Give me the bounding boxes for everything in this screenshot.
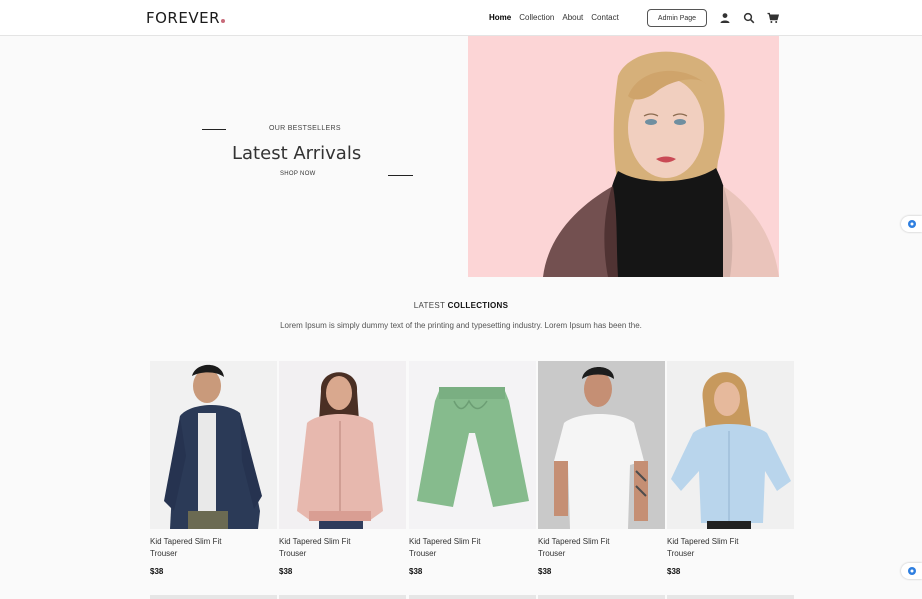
- collections-description: Lorem Ipsum is simply dummy text of the …: [280, 321, 642, 330]
- translate-icon: [907, 567, 916, 575]
- translate-icon: [907, 220, 916, 228]
- product-price: $38: [409, 567, 423, 576]
- nav-contact[interactable]: Contact: [591, 13, 619, 22]
- extension-widget[interactable]: [901, 563, 922, 579]
- product-grid: Kid Tapered Slim Fit Trouser $38 Kid Tap…: [150, 361, 794, 599]
- hero-image: [468, 36, 779, 277]
- extension-widget[interactable]: [901, 216, 922, 232]
- product-card-next-row[interactable]: [409, 595, 536, 599]
- product-image[interactable]: [279, 361, 406, 529]
- user-icon[interactable]: [719, 11, 731, 23]
- product-name[interactable]: Kid Tapered Slim Fit Trouser: [409, 536, 499, 560]
- product-card-next-row[interactable]: [538, 595, 665, 599]
- collections-title: LATEST COLLECTIONS: [0, 301, 922, 310]
- product-image[interactable]: [538, 361, 665, 529]
- product-card[interactable]: Kid Tapered Slim Fit Trouser $38: [279, 361, 406, 576]
- product-price: $38: [150, 567, 164, 576]
- collections-title-strong: COLLECTIONS: [447, 301, 509, 310]
- logo-dot: [221, 19, 225, 23]
- product-image[interactable]: [667, 361, 794, 529]
- navbar: FOREVER Home Collection About Contact Ad…: [0, 0, 922, 36]
- hero-eyebrow: OUR BESTSELLERS: [269, 125, 341, 132]
- product-card-next-row[interactable]: [150, 595, 277, 599]
- nav-about[interactable]: About: [562, 13, 583, 22]
- nav-collection[interactable]: Collection: [519, 13, 554, 22]
- product-card[interactable]: Kid Tapered Slim Fit Trouser $38: [538, 361, 665, 576]
- cart-icon[interactable]: [767, 11, 780, 23]
- cta-divider: [388, 175, 413, 176]
- product-card[interactable]: Kid Tapered Slim Fit Trouser $38: [667, 361, 794, 576]
- collections-title-prefix: LATEST: [413, 301, 446, 310]
- logo[interactable]: FOREVER: [146, 9, 225, 27]
- nav-home[interactable]: Home: [489, 13, 511, 22]
- admin-page-button[interactable]: Admin Page: [647, 9, 707, 27]
- product-price: $38: [667, 567, 681, 576]
- product-name[interactable]: Kid Tapered Slim Fit Trouser: [279, 536, 369, 560]
- nav-links: Home Collection About Contact: [489, 13, 619, 22]
- hero-title: Latest Arrivals: [232, 143, 362, 164]
- eyebrow-divider: [202, 129, 226, 130]
- product-card-next-row[interactable]: [667, 595, 794, 599]
- product-card[interactable]: Kid Tapered Slim Fit Trouser $38: [409, 361, 536, 576]
- product-image[interactable]: [409, 361, 536, 529]
- product-price: $38: [538, 567, 552, 576]
- product-name[interactable]: Kid Tapered Slim Fit Trouser: [538, 536, 628, 560]
- product-name[interactable]: Kid Tapered Slim Fit Trouser: [667, 536, 757, 560]
- product-image[interactable]: [150, 361, 277, 529]
- product-card-next-row[interactable]: [279, 595, 406, 599]
- logo-text: FOREVER: [146, 9, 220, 27]
- search-icon[interactable]: [743, 11, 755, 24]
- shop-now-link[interactable]: SHOP NOW: [280, 171, 316, 177]
- product-card[interactable]: Kid Tapered Slim Fit Trouser $38: [150, 361, 277, 576]
- product-price: $38: [279, 567, 293, 576]
- product-name[interactable]: Kid Tapered Slim Fit Trouser: [150, 536, 240, 560]
